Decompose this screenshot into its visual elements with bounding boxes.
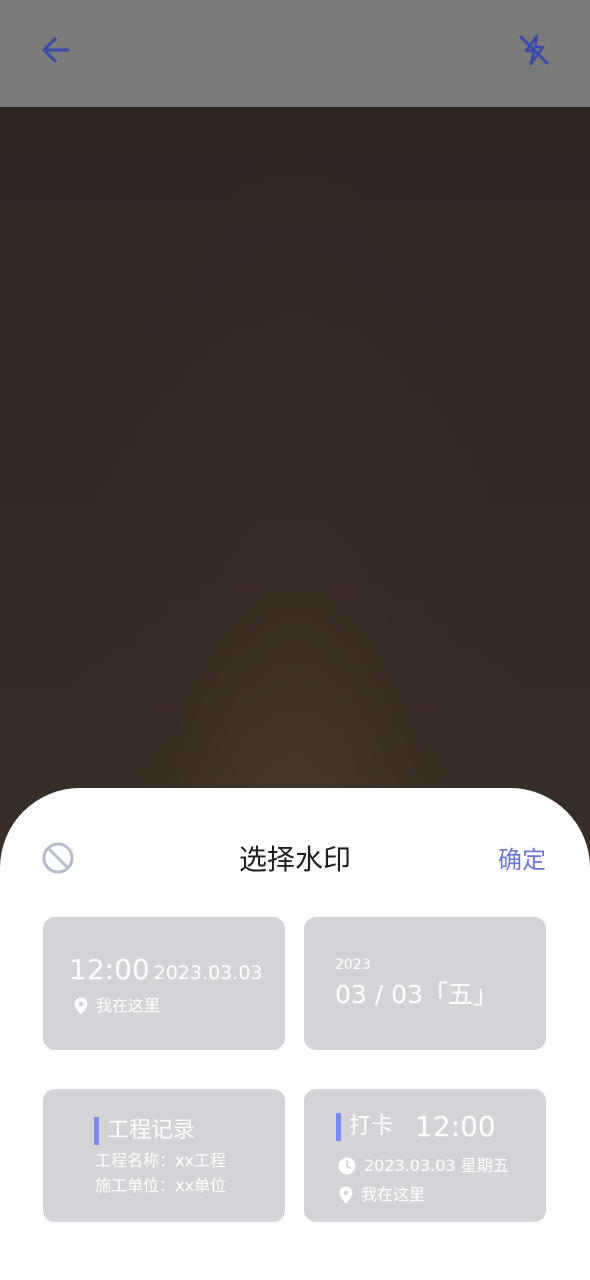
checkin-datetime: 2023.03.03 星期五	[338, 1155, 509, 1177]
arrow-left-icon	[42, 37, 70, 63]
flash-off-icon	[519, 34, 549, 66]
watermark-option-checkin[interactable]: 打卡 12:00 2023.03.03 星期五 我在这里	[304, 1089, 546, 1222]
watermark-time: 12:00	[69, 953, 150, 986]
location-pin-icon	[339, 1186, 353, 1204]
watermark-option-project-record[interactable]: 工程记录 工程名称：xx工程 施工单位：xx单位	[43, 1089, 285, 1222]
confirm-button[interactable]: 确定	[498, 840, 546, 880]
watermark-sheet: 选择水印 确定 12:00 2023.03.03 我在这里 2023 03 / 0…	[0, 788, 590, 1280]
accent-bar	[336, 1113, 341, 1141]
accent-bar	[94, 1117, 99, 1145]
clock-icon	[338, 1157, 356, 1175]
top-bar	[0, 0, 590, 107]
project-record-title-text: 工程记录	[107, 1118, 196, 1143]
checkin-header: 打卡 12:00	[336, 1110, 496, 1144]
checkin-location: 我在这里	[338, 1184, 425, 1206]
watermark-date: 2023.03.03	[153, 962, 263, 984]
flash-toggle-button[interactable]	[510, 26, 558, 74]
location-pin-icon	[74, 997, 88, 1015]
watermark-time-date: 12:00 2023.03.03	[69, 953, 263, 990]
project-name-line: 工程名称：xx工程	[95, 1151, 226, 1170]
sheet-header: 选择水印 确定	[0, 788, 590, 928]
watermark-option-time-location[interactable]: 12:00 2023.03.03 我在这里	[43, 917, 285, 1050]
location-text: 我在这里	[96, 996, 161, 1015]
watermark-option-date[interactable]: 2023 03 / 03「五」	[304, 917, 546, 1050]
location-text: 我在这里	[361, 1185, 426, 1204]
back-button[interactable]	[32, 26, 80, 74]
project-record-title: 工程记录	[94, 1116, 195, 1146]
watermark-date-weekday: 03 / 03「五」	[335, 980, 498, 1009]
checkin-time: 12:00	[415, 1110, 496, 1143]
checkin-datetime-text: 2023.03.03 星期五	[364, 1156, 509, 1175]
watermark-location: 我在这里	[73, 995, 160, 1017]
watermark-year: 2023	[335, 957, 371, 973]
construction-unit-line: 施工单位：xx单位	[95, 1176, 226, 1195]
checkin-label: 打卡	[349, 1114, 394, 1139]
